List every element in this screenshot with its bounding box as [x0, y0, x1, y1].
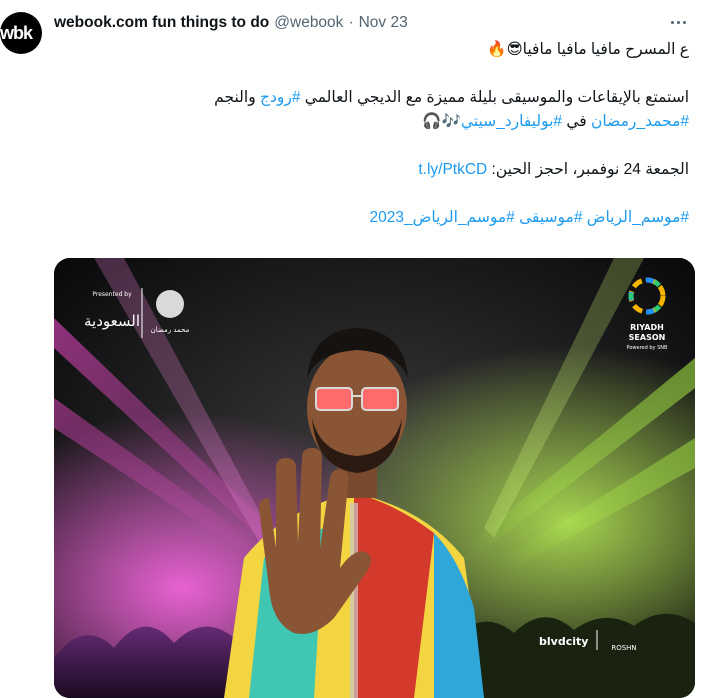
hashtag-riyadh-season-2023[interactable]: #موسم_الرياض_2023 [369, 209, 514, 226]
separator-dot: · [348, 14, 354, 31]
tweet-line-4-text: الجمعة 24 نوفمبر، احجز الحين: [487, 161, 689, 178]
tweet-line-2-text: استمتع بالإيقاعات والموسيقى بليلة مميزة … [300, 89, 689, 106]
tweet-line-3-mid: في [562, 113, 592, 130]
artist-logo-text: محمد رمضان [151, 326, 190, 334]
author-name[interactable]: webook.com fun things to do [54, 14, 269, 32]
author-avatar[interactable]: wbk [0, 12, 42, 54]
tweet-date[interactable]: Nov 23 [359, 14, 408, 32]
tweet-line-3: #محمد_رمضان في #بوليفارد_سيتي🎶🎧 [54, 110, 689, 134]
author-handle[interactable]: @webook [274, 14, 343, 32]
artist-logo-icon [156, 290, 184, 318]
tweet-line-3-emoji: 🎶🎧 [422, 113, 461, 130]
more-options-icon[interactable] [667, 12, 689, 32]
season-line-1: RIYADH [630, 323, 664, 332]
season-line-2: SEASON [629, 333, 666, 342]
hashtag-music[interactable]: #موسيقى [519, 209, 582, 226]
booking-link[interactable]: t.ly/PtkCD [418, 161, 487, 178]
tweet-line-2-mid: والنجم [214, 89, 260, 106]
tweet-header: webook.com fun things to do @webook · No… [54, 12, 687, 34]
avatar-text: wbk [0, 22, 33, 43]
tweet-line-1: ع المسرح مافيا مافيا مافيا😎🔥 [487, 41, 689, 58]
hashtag-riyadh-season[interactable]: #موسم_الرياض [587, 209, 689, 226]
tweet-text: ع المسرح مافيا مافيا مافيا😎🔥 استمتع بالإ… [54, 38, 689, 230]
hashtag-boulevard-city[interactable]: #بوليفارد_سيتي [461, 113, 562, 130]
saudi-logo-text: السعودية [84, 312, 140, 330]
hashtag-rodge[interactable]: #رودج [260, 89, 301, 106]
blvdcity-logo: blvdcity [539, 635, 588, 648]
tweet-line-4: الجمعة 24 نوفمبر، احجز الحين: t.ly/PtkCD [54, 158, 689, 182]
season-powered-by: Powered by SNB [627, 345, 668, 351]
tweet-media-image[interactable]: Presented by السعودية محمد رمضان RIYADH … [54, 258, 695, 698]
hashtag-line: #موسم_الرياض #موسيقى #موسم_الرياض_2023 [54, 206, 689, 230]
roshn-logo: ROSHN [611, 644, 636, 652]
hashtag-mohamed-ramadan[interactable]: #محمد_رمضان [591, 113, 689, 130]
presented-by-label: Presented by [92, 291, 132, 298]
concert-poster: Presented by السعودية محمد رمضان RIYADH … [54, 258, 695, 698]
tweet-line-2: استمتع بالإيقاعات والموسيقى بليلة مميزة … [54, 86, 689, 110]
